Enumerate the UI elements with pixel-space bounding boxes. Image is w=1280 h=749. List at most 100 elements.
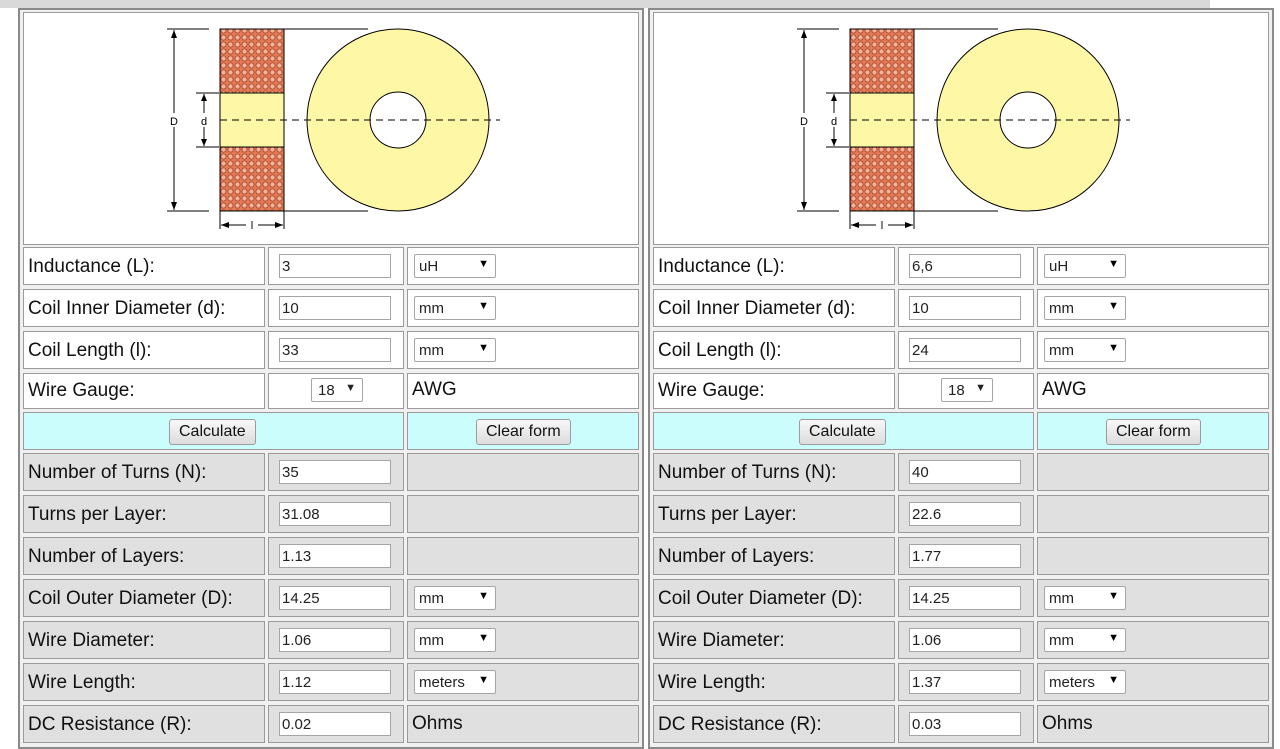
dc-resistance-label: DC Resistance (R): (28, 714, 192, 735)
inner-diameter-label: Coil Inner Diameter (d): (28, 298, 226, 319)
inner-diameter-input[interactable]: 10 (909, 296, 1021, 320)
wire-gauge-label: Wire Gauge: (28, 380, 135, 401)
layers-label: Number of Layers: (28, 546, 185, 567)
outer-diameter-unit-select[interactable]: mm ▼ (1044, 586, 1126, 610)
wire-length-unit-select[interactable]: meters ▼ (1044, 670, 1126, 694)
wire-length-output[interactable]: 1.12 (279, 670, 391, 694)
inner-diameter-row: Coil Inner Diameter (d): 10 mm ▼ (653, 289, 1269, 327)
length-marker: l (881, 220, 883, 232)
browser-top-strip (0, 0, 1210, 8)
coil-diagram-svg: D d l (797, 28, 1130, 232)
outer-diameter-marker: D (800, 116, 808, 128)
turns-per-layer-row: Turns per Layer: 22.6 (653, 495, 1269, 533)
coil-length-row: Coil Length (l): 24 mm ▼ (653, 331, 1269, 369)
inner-diameter-unit-select[interactable]: mm ▼ (1044, 296, 1126, 320)
dc-resistance-unit: Ohms (412, 713, 463, 734)
dropdown-arrow-icon: ▼ (478, 632, 489, 644)
wire-diameter-unit-select[interactable]: mm ▼ (1044, 628, 1126, 652)
wire-length-unit-select[interactable]: meters ▼ (414, 670, 496, 694)
inductance-label: Inductance (L): (658, 256, 785, 277)
coil-length-label: Coil Length (l): (28, 340, 152, 361)
inner-diameter-unit-value: mm (419, 300, 444, 317)
wire-gauge-select[interactable]: 18 ▼ (311, 378, 363, 402)
inductance-row: Inductance (L): 3 uH ▼ (23, 247, 639, 285)
dropdown-arrow-icon: ▼ (975, 382, 986, 394)
calculate-button[interactable]: Calculate (169, 419, 256, 445)
dc-resistance-output[interactable]: 0.03 (909, 712, 1021, 736)
outer-diameter-unit-select[interactable]: mm ▼ (414, 586, 496, 610)
dropdown-arrow-icon: ▼ (478, 258, 489, 270)
wire-gauge-row: Wire Gauge: 18 ▼ AWG (23, 373, 639, 409)
layers-output[interactable]: 1.13 (279, 544, 391, 568)
turns-row: Number of Turns (N): 40 (653, 453, 1269, 491)
wire-diameter-unit-select[interactable]: mm ▼ (414, 628, 496, 652)
wire-gauge-value: 18 (318, 382, 335, 399)
dropdown-arrow-icon: ▼ (1108, 674, 1119, 686)
outer-diameter-output[interactable]: 14.25 (279, 586, 391, 610)
outer-diameter-output[interactable]: 14.25 (909, 586, 1021, 610)
inductance-row: Inductance (L): 6,6 uH ▼ (653, 247, 1269, 285)
wire-length-label: Wire Length: (658, 672, 766, 693)
layers-row: Number of Layers: 1.13 (23, 537, 639, 575)
dc-resistance-output[interactable]: 0.02 (279, 712, 391, 736)
dc-resistance-label: DC Resistance (R): (658, 714, 822, 735)
wire-length-unit-value: meters (1049, 674, 1095, 691)
inner-diameter-unit-select[interactable]: mm ▼ (414, 296, 496, 320)
wire-diameter-unit-value: mm (419, 632, 444, 649)
layers-output[interactable]: 1.77 (909, 544, 1021, 568)
coil-diagram: D d l (23, 12, 639, 245)
turns-output[interactable]: 40 (909, 460, 1021, 484)
wire-gauge-unit: AWG (1042, 379, 1087, 400)
wire-diameter-output[interactable]: 1.06 (909, 628, 1021, 652)
inner-diameter-input[interactable]: 10 (279, 296, 391, 320)
inductance-unit-select[interactable]: uH ▼ (1044, 254, 1126, 278)
wire-diameter-output[interactable]: 1.06 (279, 628, 391, 652)
wire-diameter-unit-value: mm (1049, 632, 1074, 649)
inductance-label: Inductance (L): (28, 256, 155, 277)
wire-gauge-select[interactable]: 18 ▼ (941, 378, 993, 402)
outer-diameter-row: Coil Outer Diameter (D): 14.25 mm ▼ (653, 579, 1269, 617)
dropdown-arrow-icon: ▼ (1108, 258, 1119, 270)
dropdown-arrow-icon: ▼ (345, 382, 356, 394)
dropdown-arrow-icon: ▼ (478, 300, 489, 312)
inductance-input[interactable]: 3 (279, 254, 391, 278)
calculate-button[interactable]: Calculate (799, 419, 886, 445)
outer-diameter-marker: D (170, 116, 178, 128)
dropdown-arrow-icon: ▼ (1108, 590, 1119, 602)
turns-per-layer-output[interactable]: 22.6 (909, 502, 1021, 526)
wire-length-label: Wire Length: (28, 672, 136, 693)
outer-diameter-label: Coil Outer Diameter (D): (28, 588, 233, 609)
inner-diameter-row: Coil Inner Diameter (d): 10 mm ▼ (23, 289, 639, 327)
wire-length-output[interactable]: 1.37 (909, 670, 1021, 694)
calculator-panel-right: D d l Inductance (L): 6,6 uH ▼ Coil Inne… (648, 8, 1274, 749)
inner-diameter-unit-value: mm (1049, 300, 1074, 317)
wire-length-row: Wire Length: 1.37 meters ▼ (653, 663, 1269, 701)
turns-per-layer-label: Turns per Layer: (28, 504, 167, 525)
inner-diameter-marker: d (201, 116, 207, 128)
turns-row: Number of Turns (N): 35 (23, 453, 639, 491)
coil-diagram: D d l (653, 12, 1269, 245)
wire-diameter-label: Wire Diameter: (28, 630, 155, 651)
dc-resistance-unit: Ohms (1042, 713, 1093, 734)
dropdown-arrow-icon: ▼ (478, 342, 489, 354)
page-left-margin (0, 8, 14, 749)
inductance-input[interactable]: 6,6 (909, 254, 1021, 278)
coil-length-input[interactable]: 33 (279, 338, 391, 362)
coil-length-row: Coil Length (l): 33 mm ▼ (23, 331, 639, 369)
layers-label: Number of Layers: (658, 546, 815, 567)
dropdown-arrow-icon: ▼ (1108, 342, 1119, 354)
dropdown-arrow-icon: ▼ (478, 590, 489, 602)
inductance-unit-value: uH (419, 258, 439, 275)
wire-gauge-row: Wire Gauge: 18 ▼ AWG (653, 373, 1269, 409)
turns-output[interactable]: 35 (279, 460, 391, 484)
clear-form-button[interactable]: Clear form (1106, 419, 1201, 445)
clear-form-button[interactable]: Clear form (476, 419, 571, 445)
coil-length-input[interactable]: 24 (909, 338, 1021, 362)
coil-length-unit-select[interactable]: mm ▼ (1044, 338, 1126, 362)
turns-per-layer-output[interactable]: 31.08 (279, 502, 391, 526)
inductance-unit-select[interactable]: uH ▼ (414, 254, 496, 278)
wire-gauge-value: 18 (948, 382, 965, 399)
coil-length-unit-select[interactable]: mm ▼ (414, 338, 496, 362)
button-row: Calculate Clear form (653, 412, 1269, 450)
wire-diameter-row: Wire Diameter: 1.06 mm ▼ (653, 621, 1269, 659)
